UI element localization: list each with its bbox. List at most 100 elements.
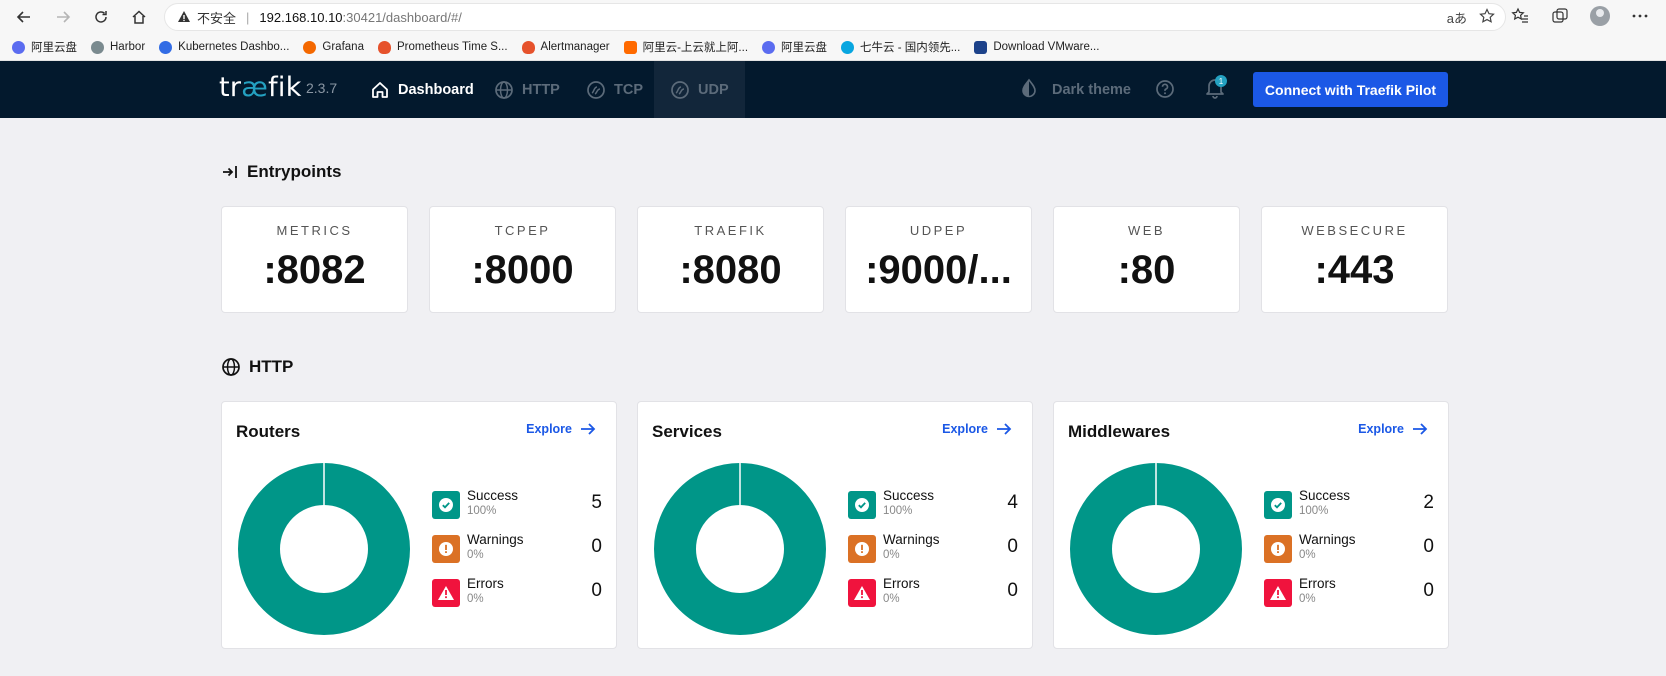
address-bar[interactable]: 不安全 | 192.168.10.10:30421/dashboard/#/ a… — [164, 3, 1506, 31]
error-triangle-icon — [848, 579, 876, 607]
nav-http-label: HTTP — [522, 81, 560, 98]
connect-pilot-button[interactable]: Connect with Traefik Pilot — [1253, 72, 1448, 107]
bookmark-label: 七牛云 - 国内领先... — [860, 42, 961, 54]
http-title: HTTP — [249, 357, 294, 376]
explore-link[interactable]: Explore — [1358, 422, 1428, 436]
bookmark-label: Alertmanager — [540, 41, 610, 53]
entrypoint-name: WEB — [1127, 223, 1166, 238]
profile-avatar[interactable] — [1588, 4, 1612, 28]
back-icon[interactable] — [11, 5, 37, 29]
success-check-icon — [1264, 491, 1292, 519]
bookmark-favicon — [521, 40, 535, 54]
arrow-right-icon — [1412, 422, 1428, 436]
stat-percent: 100% — [883, 505, 913, 517]
stat-success: Success 100% 4 — [848, 488, 1018, 524]
entrypoint-name: METRICS — [276, 223, 353, 238]
stat-percent: 0% — [1299, 593, 1316, 605]
entrypoint-port: :8082 — [263, 248, 366, 292]
bookmark-label: Kubernetes Dashbo... — [178, 41, 290, 53]
stat-percent: 0% — [467, 549, 484, 561]
services-donut-chart — [654, 463, 826, 635]
stat-count: 5 — [591, 492, 602, 513]
explore-link[interactable]: Explore — [526, 422, 596, 436]
read-aloud-icon[interactable]: aあ — [1447, 8, 1467, 27]
help-icon[interactable] — [1155, 79, 1175, 104]
warning-exclamation-icon — [432, 535, 460, 563]
nav-http[interactable]: HTTP — [494, 61, 560, 118]
browser-toolbar-right — [1508, 4, 1666, 28]
stat-count: 0 — [1007, 536, 1018, 557]
stat-count: 0 — [1423, 536, 1434, 557]
explore-label: Explore — [942, 422, 988, 436]
bookmark-vmware[interactable]: Download VMware... — [974, 40, 1099, 54]
forward-icon[interactable] — [50, 5, 76, 29]
entrypoint-name: UDPEP — [909, 223, 968, 238]
bookmark-harbor[interactable]: Harbor — [91, 40, 145, 54]
routers-card: Routers Explore Success 100% 5 Warnings … — [221, 401, 617, 649]
address-actions: aあ — [1447, 8, 1495, 27]
bookmark-favicon — [623, 40, 637, 54]
entrypoint-card-traefik: TRAEFIK :8080 — [637, 206, 824, 313]
nav-udp[interactable]: UDP — [654, 61, 745, 118]
entrypoint-card-udpep: UDPEP :9000/... — [845, 206, 1032, 313]
stat-warnings: Warnings 0% 0 — [848, 532, 1018, 568]
more-menu-icon[interactable] — [1628, 4, 1652, 28]
address-separator: | — [246, 9, 250, 25]
favorite-add-icon[interactable] — [1479, 8, 1495, 27]
refresh-icon[interactable] — [88, 5, 114, 29]
bookmark-grafana[interactable]: Grafana — [303, 40, 364, 54]
dark-theme-label: Dark theme — [1052, 81, 1131, 98]
bookmark-aliyunpan[interactable]: 阿里云盘 — [12, 39, 77, 55]
bookmark-qiniu[interactable]: 七牛云 - 国内领先... — [841, 39, 960, 55]
bookmark-favicon — [762, 40, 776, 54]
entrypoint-card-websecure: WEBSECURE :443 — [1261, 206, 1448, 313]
contrast-icon — [1020, 78, 1038, 102]
stat-warnings: Warnings 0% 0 — [1264, 532, 1434, 568]
bookmark-prometheus[interactable]: Prometheus Time S... — [377, 40, 508, 54]
stat-percent: 100% — [1299, 505, 1329, 517]
favorites-icon[interactable] — [1508, 4, 1532, 28]
bookmark-favicon — [12, 40, 25, 54]
traefik-header: træfik 2.3.7 Dashboard HTTP TCP UDP Dark… — [0, 61, 1666, 118]
bookmark-favicon — [841, 40, 855, 54]
warning-exclamation-icon — [1264, 535, 1292, 563]
url-host: 192.168.10.10 — [259, 9, 343, 25]
card-title: Services — [652, 422, 722, 441]
explore-label: Explore — [526, 422, 572, 436]
url-path: :30421/dashboard/#/ — [342, 9, 462, 25]
bookmark-aliyun[interactable]: 阿里云-上云就上阿... — [623, 39, 749, 55]
home-icon[interactable] — [126, 5, 152, 29]
stat-count: 0 — [591, 536, 602, 557]
stat-success: Success 100% 5 — [432, 488, 602, 524]
nav-dashboard[interactable]: Dashboard — [370, 61, 474, 118]
http-heading: HTTP — [221, 357, 293, 377]
bookmark-label: 阿里云盘 — [781, 42, 828, 54]
entrypoint-port: :9000/... — [865, 248, 1012, 292]
stat-label: Success — [467, 488, 519, 503]
bookmark-kubernetes[interactable]: Kubernetes Dashbo... — [159, 40, 290, 54]
stat-label: Warnings — [467, 532, 524, 547]
dark-theme-toggle[interactable]: Dark theme — [1020, 61, 1131, 118]
entrypoint-card-web: WEB :80 — [1053, 206, 1240, 313]
stat-label: Success — [1299, 488, 1351, 503]
error-triangle-icon — [432, 579, 460, 607]
arrow-right-icon — [996, 422, 1012, 436]
bookmark-label: Grafana — [322, 41, 364, 53]
entrypoint-card-metrics: METRICS :8082 — [221, 206, 408, 313]
stat-label: Errors — [467, 576, 504, 591]
stat-warnings: Warnings 0% 0 — [432, 532, 602, 568]
nav-tcp[interactable]: TCP — [586, 61, 643, 118]
collections-icon[interactable] — [1548, 4, 1572, 28]
entrypoint-port: :8080 — [679, 248, 782, 292]
entrypoint-port: :80 — [1117, 248, 1176, 292]
traefik-logo[interactable]: træfik — [219, 72, 302, 103]
stat-percent: 0% — [883, 549, 900, 561]
bookmark-aliyunpan-2[interactable]: 阿里云盘 — [762, 39, 827, 55]
bookmark-label: 阿里云-上云就上阿... — [642, 42, 749, 54]
stat-count: 2 — [1423, 492, 1434, 513]
card-title: Routers — [236, 422, 301, 441]
bookmark-alertmanager[interactable]: Alertmanager — [521, 40, 610, 54]
home-icon — [370, 80, 390, 100]
stat-percent: 100% — [467, 505, 497, 517]
explore-link[interactable]: Explore — [942, 422, 1012, 436]
